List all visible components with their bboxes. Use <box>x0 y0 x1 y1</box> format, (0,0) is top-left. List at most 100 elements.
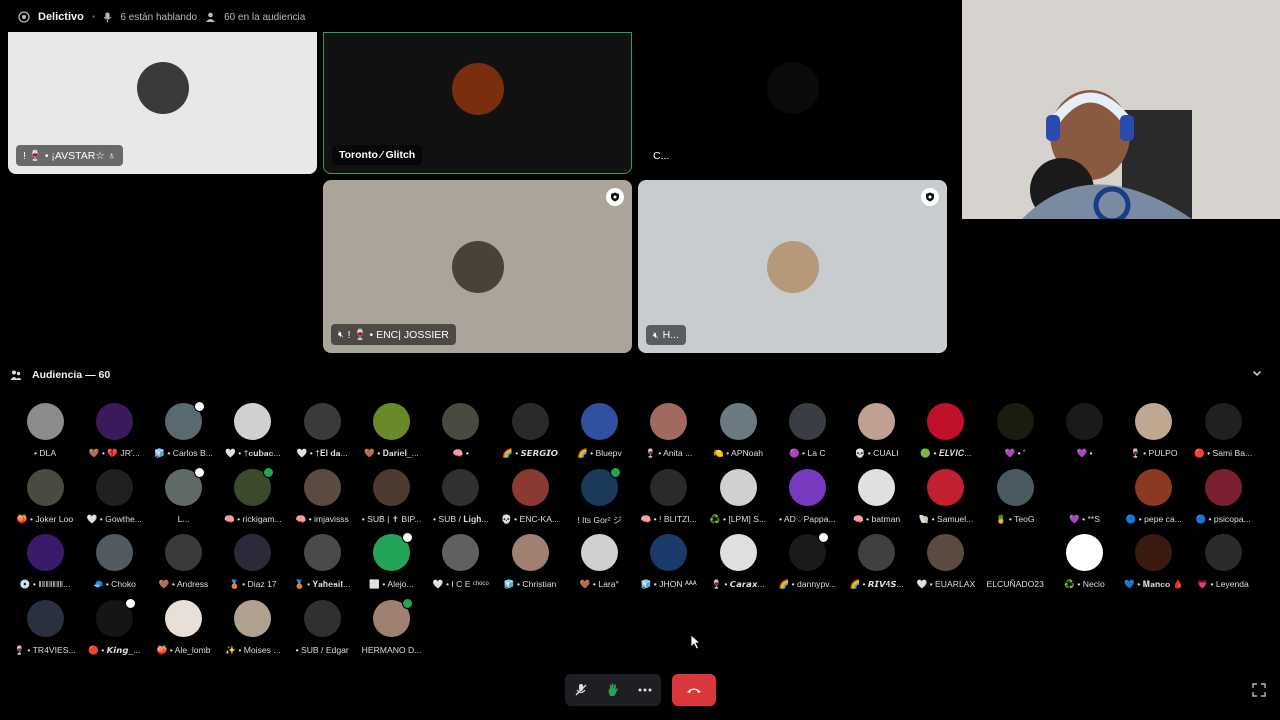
audience-member[interactable]: 💜 • <box>1050 403 1120 463</box>
audience-member[interactable]: 🍷 • TR4VIES... <box>10 599 80 660</box>
audience-member[interactable]: 🍷 • Anita ... <box>634 403 704 463</box>
member-avatar <box>650 534 688 571</box>
audience-member[interactable]: ELCUÑADO23 <box>980 534 1050 594</box>
audience-member[interactable]: ⬜ • Alejo... <box>357 532 427 594</box>
member-avatar <box>788 532 829 571</box>
audience-member[interactable]: 🍑 • Ale_lomb <box>149 599 219 660</box>
audience-member[interactable]: 🤎 • Andress <box>149 534 219 594</box>
audience-member[interactable]: 🧠 • ! BLITZI... <box>634 468 704 529</box>
audience-member[interactable]: 🧠 • imjavisss <box>287 468 357 529</box>
audience-member[interactable]: ♻️ • Necio <box>1050 534 1120 594</box>
raise-hand-icon[interactable] <box>600 677 626 703</box>
audience-member[interactable]: 🥉 • 𝐘𝐚𝐡𝐞𝐬𝐢𝐭... <box>287 534 357 594</box>
audience-member[interactable]: 🍷 • PULPO <box>1119 403 1189 463</box>
audience-member[interactable]: 💜 • ˚ <box>980 403 1050 463</box>
member-avatar <box>303 599 341 637</box>
audience-member[interactable]: 💜 • **S <box>1050 468 1120 529</box>
audience-member[interactable]: 🟢 • 𝑬𝑳𝑽𝑰𝑪... <box>911 403 981 463</box>
audience-member[interactable]: 🍑 • Joker Loo <box>10 468 80 529</box>
member-avatar <box>303 468 341 506</box>
audience-member[interactable]: ✨ • Moises ... <box>218 599 288 660</box>
audience-count: 60 en la audiencia <box>224 11 306 23</box>
audience-member[interactable]: 🌈 • 𝙎𝙀𝙍𝙂𝙄𝙊 <box>495 403 565 463</box>
audience-member[interactable]: 🤎 • Lara° <box>564 534 634 594</box>
audience-member[interactable]: 🍷 • 𝘾𝙖𝙧𝙖𝙭... <box>703 534 773 594</box>
more-icon[interactable] <box>632 677 658 703</box>
hangup-button[interactable] <box>672 674 716 706</box>
audience-member[interactable]: 🍍 • TeoG <box>980 468 1050 529</box>
member-avatar <box>927 534 965 571</box>
audience-member[interactable]: 🌈 • dannypv... <box>772 532 842 594</box>
audience-member[interactable]: ♻️ • [LPM] S... <box>703 468 773 529</box>
audience-member[interactable]: L... <box>149 466 219 529</box>
mic-off-icon[interactable] <box>568 677 594 703</box>
audience-member[interactable]: 🟣 • La C <box>772 403 842 463</box>
audience-member[interactable]: ! Its Gor² ジ <box>564 466 634 529</box>
member-avatar <box>511 468 549 506</box>
chevron-down-icon[interactable] <box>1252 368 1262 378</box>
audience-member[interactable]: 🥉 • Diaz 17 <box>218 534 288 594</box>
speaker-tile[interactable]: Toronto ⁄ Glitch <box>323 32 632 174</box>
member-avatar <box>95 403 133 440</box>
audience-member[interactable]: 🧠 • <box>426 403 496 463</box>
audience-member[interactable]: 🌈 • 𝙍𝙄𝙑𝟒𝙎... <box>842 534 912 594</box>
audience-member[interactable]: 🧊 • Christian <box>495 534 565 594</box>
audience-member[interactable]: 💿 • ‖‖‖‖‖‖‖... <box>10 534 80 594</box>
channel-name[interactable]: Delictivo <box>38 11 84 23</box>
member-avatar <box>373 403 410 440</box>
audience-member[interactable]: 🐚 • Samuel... <box>911 468 981 529</box>
audience-member[interactable]: • SUB / 𝐋𝐢𝐠𝐡... <box>426 468 496 529</box>
member-avatar <box>858 468 896 506</box>
audience-member[interactable]: 🤍 • Gowthe... <box>79 468 149 529</box>
member-name: HERMANO D... <box>361 644 422 655</box>
audience-member[interactable]: 🤍 • †𝐜𝐮𝐛𝐚𝐜... <box>218 403 288 463</box>
audience-member[interactable]: 🧠 • rickigam... <box>218 466 288 529</box>
webcam-overlay <box>962 0 1280 219</box>
audience-member[interactable]: 🧠 • batman <box>842 468 912 529</box>
audience-member[interactable]: • SUB | ✝ BIP... <box>357 468 427 529</box>
audience-icon <box>205 12 216 22</box>
audience-member[interactable]: 💗 • Leyenda <box>1188 534 1258 594</box>
audience-member[interactable]: • DLA <box>10 403 80 463</box>
shield-icon <box>611 192 619 202</box>
member-avatar <box>719 403 757 440</box>
speaker-tile[interactable]: 🔇︎ H... <box>638 180 947 353</box>
member-avatar <box>442 534 480 571</box>
member-avatar <box>26 534 64 571</box>
audience-member[interactable]: 🔵 • psicopa... <box>1188 468 1258 529</box>
audience-member[interactable]: HERMANO D... <box>357 597 427 660</box>
audience-member[interactable]: 🔵 • pepe ca... <box>1119 468 1189 529</box>
audience-member[interactable]: 🤍 • †𝐄𝐥 𝐝𝐚... <box>287 403 357 463</box>
member-avatar <box>26 403 64 440</box>
audience-member[interactable]: 🍋 • APNoah <box>703 403 773 463</box>
speaker-tile[interactable]: ! 🍷 • ¡AVSTAR☆ ♁ <box>8 32 317 174</box>
member-status-badge <box>124 597 136 609</box>
audience-member[interactable]: 🧢 • Choko <box>79 534 149 594</box>
audience-member[interactable]: 🤎 • 𝐃𝐚𝐫𝐢𝐞𝐥_... <box>357 403 427 463</box>
speaker-nameplate: ! 🍷 • ¡AVSTAR☆ ♁ <box>16 145 123 166</box>
speaker-tile[interactable]: C... <box>638 32 947 174</box>
audience-member[interactable]: 🤍 • I C E ᶜʰᵒᶜᵒ <box>426 534 496 594</box>
audience-member[interactable]: 💙 • 𝐌𝐚𝐧𝐜𝐨 🩸 <box>1119 534 1189 594</box>
member-avatar <box>234 466 275 506</box>
audience-member[interactable]: 🤎 • 💔 JR'... <box>79 403 149 463</box>
audience-member[interactable]: 🧊 • JHON ᴬᴬᴬ <box>634 534 704 594</box>
speaker-name: Toronto ⁄ Glitch <box>339 149 416 161</box>
audience-member[interactable]: 🔴 • 𝙆𝙞𝙣𝙜_... <box>79 597 149 660</box>
audience-member[interactable]: 🌈 • Bluepv <box>564 403 634 463</box>
speaker-tile[interactable]: 🔇︎ ! 🍷 • ENC| JOSSIER <box>323 180 632 353</box>
speaker-avatar <box>451 63 504 115</box>
audience-member[interactable]: 💀 • ENC-KA... <box>495 468 565 529</box>
fullscreen-icon[interactable] <box>1252 683 1266 697</box>
speaker-nameplate: Toronto ⁄ Glitch <box>332 145 423 165</box>
speaker-nameplate: C... <box>646 146 676 166</box>
member-avatar <box>1204 403 1242 440</box>
audience-member[interactable]: 🧊 • Carlos B... <box>149 401 219 463</box>
audience-member[interactable]: 🔴 • Sami Ba... <box>1188 403 1258 463</box>
audience-member[interactable]: • SUB / Edgar <box>287 599 357 660</box>
audience-member[interactable]: • AD♡Pappa... <box>772 468 842 529</box>
audience-member[interactable]: 🤍 • EUARLAX <box>911 534 981 594</box>
member-avatar <box>996 534 1034 571</box>
audience-header[interactable]: Audiencia — 60 <box>10 366 1270 384</box>
audience-member[interactable]: 💀 • CUALI <box>842 403 912 463</box>
